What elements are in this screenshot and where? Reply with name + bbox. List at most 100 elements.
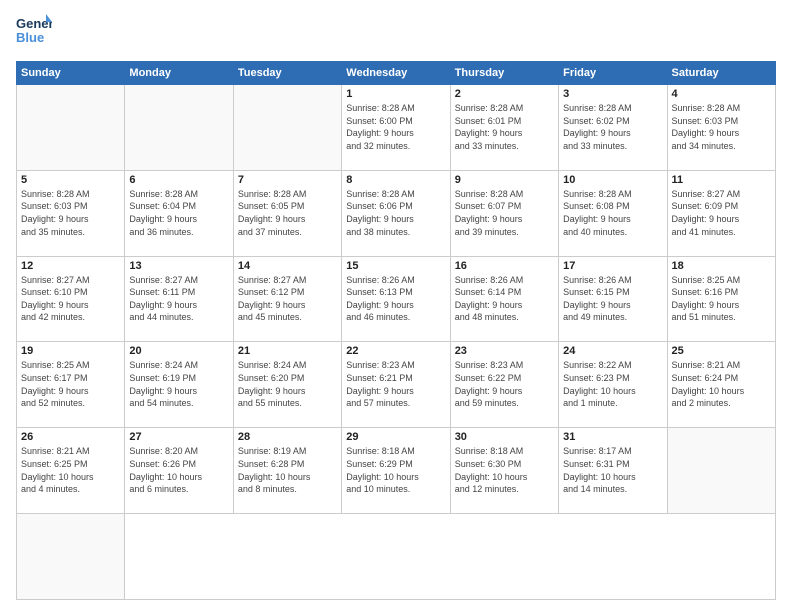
day-number: 27: [129, 431, 228, 443]
day-info: Sunrise: 8:28 AMSunset: 6:05 PMDaylight:…: [238, 188, 337, 238]
day-info: Sunrise: 8:25 AMSunset: 6:16 PMDaylight:…: [672, 274, 771, 324]
day-info: Sunrise: 8:21 AMSunset: 6:25 PMDaylight:…: [21, 445, 120, 495]
calendar-week-row: 12 Sunrise: 8:27 AMSunset: 6:10 PMDayligh…: [17, 256, 776, 342]
day-number: 3: [563, 88, 662, 100]
calendar-day-22: 22Sunrise: 8:23 AMSunset: 6:21 PMDayligh…: [342, 342, 450, 428]
day-info: Sunrise: 8:28 AMSunset: 6:08 PMDaylight:…: [563, 188, 662, 238]
calendar-day-empty: [667, 428, 775, 514]
day-number: 29: [346, 431, 445, 443]
calendar-day-8: 8 Sunrise: 8:28 AMSunset: 6:06 PMDaylight…: [342, 170, 450, 256]
day-number: 23: [455, 345, 554, 357]
day-number: 7: [238, 174, 337, 186]
logo-icon: General Blue: [16, 12, 52, 48]
day-info: Sunrise: 8:24 AMSunset: 6:20 PMDaylight:…: [238, 359, 337, 409]
day-number: 18: [672, 260, 771, 272]
weekday-header-monday: Monday: [125, 62, 233, 85]
day-number: 16: [455, 260, 554, 272]
calendar-week-row: 5Sunrise: 8:28 AMSunset: 6:03 PMDaylight…: [17, 170, 776, 256]
calendar-week-row: 26 Sunrise: 8:21 AMSunset: 6:25 PMDayligh…: [17, 428, 776, 514]
calendar-week-row: [17, 514, 776, 600]
calendar-day-23: 23Sunrise: 8:23 AMSunset: 6:22 PMDayligh…: [450, 342, 558, 428]
weekday-header-saturday: Saturday: [667, 62, 775, 85]
day-info: Sunrise: 8:24 AMSunset: 6:19 PMDaylight:…: [129, 359, 228, 409]
day-info: Sunrise: 8:19 AMSunset: 6:28 PMDaylight:…: [238, 445, 337, 495]
calendar-day-11: 11 Sunrise: 8:27 AMSunset: 6:09 PMDayligh…: [667, 170, 775, 256]
day-number: 20: [129, 345, 228, 357]
calendar-day-17: 17 Sunrise: 8:26 AMSunset: 6:15 PMDayligh…: [559, 256, 667, 342]
calendar-day-empty: [17, 514, 125, 600]
calendar-day-26: 26 Sunrise: 8:21 AMSunset: 6:25 PMDayligh…: [17, 428, 125, 514]
calendar-day-21: 21 Sunrise: 8:24 AMSunset: 6:20 PMDayligh…: [233, 342, 341, 428]
calendar-day-16: 16 Sunrise: 8:26 AMSunset: 6:14 PMDayligh…: [450, 256, 558, 342]
header: General Blue: [16, 12, 776, 53]
calendar-week-row: 1Sunrise: 8:28 AMSunset: 6:00 PMDaylight…: [17, 85, 776, 171]
calendar-day-6: 6Sunrise: 8:28 AMSunset: 6:04 PMDaylight…: [125, 170, 233, 256]
day-number: 10: [563, 174, 662, 186]
day-number: 31: [563, 431, 662, 443]
calendar-day-10: 10 Sunrise: 8:28 AMSunset: 6:08 PMDayligh…: [559, 170, 667, 256]
day-number: 8: [346, 174, 445, 186]
calendar-day-27: 27 Sunrise: 8:20 AMSunset: 6:26 PMDayligh…: [125, 428, 233, 514]
calendar-day-2: 2Sunrise: 8:28 AMSunset: 6:01 PMDaylight…: [450, 85, 558, 171]
day-number: 15: [346, 260, 445, 272]
day-number: 14: [238, 260, 337, 272]
day-number: 12: [21, 260, 120, 272]
calendar-day-31: 31Sunrise: 8:17 AMSunset: 6:31 PMDayligh…: [559, 428, 667, 514]
day-info: Sunrise: 8:27 AMSunset: 6:12 PMDaylight:…: [238, 274, 337, 324]
logo: General Blue: [16, 12, 52, 53]
calendar-day-29: 29Sunrise: 8:18 AMSunset: 6:29 PMDayligh…: [342, 428, 450, 514]
day-info: Sunrise: 8:28 AMSunset: 6:00 PMDaylight:…: [346, 102, 445, 152]
day-info: Sunrise: 8:23 AMSunset: 6:21 PMDaylight:…: [346, 359, 445, 409]
calendar-day-4: 4 Sunrise: 8:28 AMSunset: 6:03 PMDaylight…: [667, 85, 775, 171]
calendar-day-18: 18 Sunrise: 8:25 AMSunset: 6:16 PMDayligh…: [667, 256, 775, 342]
weekday-header-sunday: Sunday: [17, 62, 125, 85]
calendar-day-5: 5Sunrise: 8:28 AMSunset: 6:03 PMDaylight…: [17, 170, 125, 256]
day-info: Sunrise: 8:18 AMSunset: 6:30 PMDaylight:…: [455, 445, 554, 495]
day-info: Sunrise: 8:28 AMSunset: 6:03 PMDaylight:…: [672, 102, 771, 152]
day-number: 24: [563, 345, 662, 357]
day-number: 21: [238, 345, 337, 357]
day-info: Sunrise: 8:28 AMSunset: 6:06 PMDaylight:…: [346, 188, 445, 238]
page: General Blue SundayMondayTuesdayWednesda…: [0, 0, 792, 612]
day-number: 5: [21, 174, 120, 186]
weekday-header-tuesday: Tuesday: [233, 62, 341, 85]
day-number: 25: [672, 345, 771, 357]
calendar-day-empty: [125, 85, 233, 171]
calendar-day-30: 30 Sunrise: 8:18 AMSunset: 6:30 PMDayligh…: [450, 428, 558, 514]
day-number: 17: [563, 260, 662, 272]
day-number: 26: [21, 431, 120, 443]
day-info: Sunrise: 8:28 AMSunset: 6:02 PMDaylight:…: [563, 102, 662, 152]
day-info: Sunrise: 8:21 AMSunset: 6:24 PMDaylight:…: [672, 359, 771, 409]
day-info: Sunrise: 8:20 AMSunset: 6:26 PMDaylight:…: [129, 445, 228, 495]
calendar-day-20: 20 Sunrise: 8:24 AMSunset: 6:19 PMDayligh…: [125, 342, 233, 428]
day-number: 2: [455, 88, 554, 100]
calendar-day-empty: [17, 85, 125, 171]
day-info: Sunrise: 8:22 AMSunset: 6:23 PMDaylight:…: [563, 359, 662, 409]
day-info: Sunrise: 8:26 AMSunset: 6:14 PMDaylight:…: [455, 274, 554, 324]
weekday-header-wednesday: Wednesday: [342, 62, 450, 85]
day-number: 28: [238, 431, 337, 443]
calendar-day-7: 7 Sunrise: 8:28 AMSunset: 6:05 PMDaylight…: [233, 170, 341, 256]
calendar-day-13: 13Sunrise: 8:27 AMSunset: 6:11 PMDayligh…: [125, 256, 233, 342]
weekday-header-friday: Friday: [559, 62, 667, 85]
day-info: Sunrise: 8:27 AMSunset: 6:10 PMDaylight:…: [21, 274, 120, 324]
day-number: 11: [672, 174, 771, 186]
svg-text:Blue: Blue: [16, 30, 44, 45]
day-number: 4: [672, 88, 771, 100]
calendar-day-3: 3 Sunrise: 8:28 AMSunset: 6:02 PMDaylight…: [559, 85, 667, 171]
day-number: 6: [129, 174, 228, 186]
calendar-day-19: 19Sunrise: 8:25 AMSunset: 6:17 PMDayligh…: [17, 342, 125, 428]
calendar-day-25: 25 Sunrise: 8:21 AMSunset: 6:24 PMDayligh…: [667, 342, 775, 428]
calendar-day-14: 14 Sunrise: 8:27 AMSunset: 6:12 PMDayligh…: [233, 256, 341, 342]
day-info: Sunrise: 8:27 AMSunset: 6:09 PMDaylight:…: [672, 188, 771, 238]
day-number: 9: [455, 174, 554, 186]
day-info: Sunrise: 8:25 AMSunset: 6:17 PMDaylight:…: [21, 359, 120, 409]
calendar-day-9: 9 Sunrise: 8:28 AMSunset: 6:07 PMDaylight…: [450, 170, 558, 256]
weekday-header-row: SundayMondayTuesdayWednesdayThursdayFrid…: [17, 62, 776, 85]
day-number: 30: [455, 431, 554, 443]
calendar-day-12: 12 Sunrise: 8:27 AMSunset: 6:10 PMDayligh…: [17, 256, 125, 342]
calendar-table: SundayMondayTuesdayWednesdayThursdayFrid…: [16, 61, 776, 600]
calendar-day-empty: [233, 85, 341, 171]
day-info: Sunrise: 8:26 AMSunset: 6:15 PMDaylight:…: [563, 274, 662, 324]
day-info: Sunrise: 8:28 AMSunset: 6:07 PMDaylight:…: [455, 188, 554, 238]
